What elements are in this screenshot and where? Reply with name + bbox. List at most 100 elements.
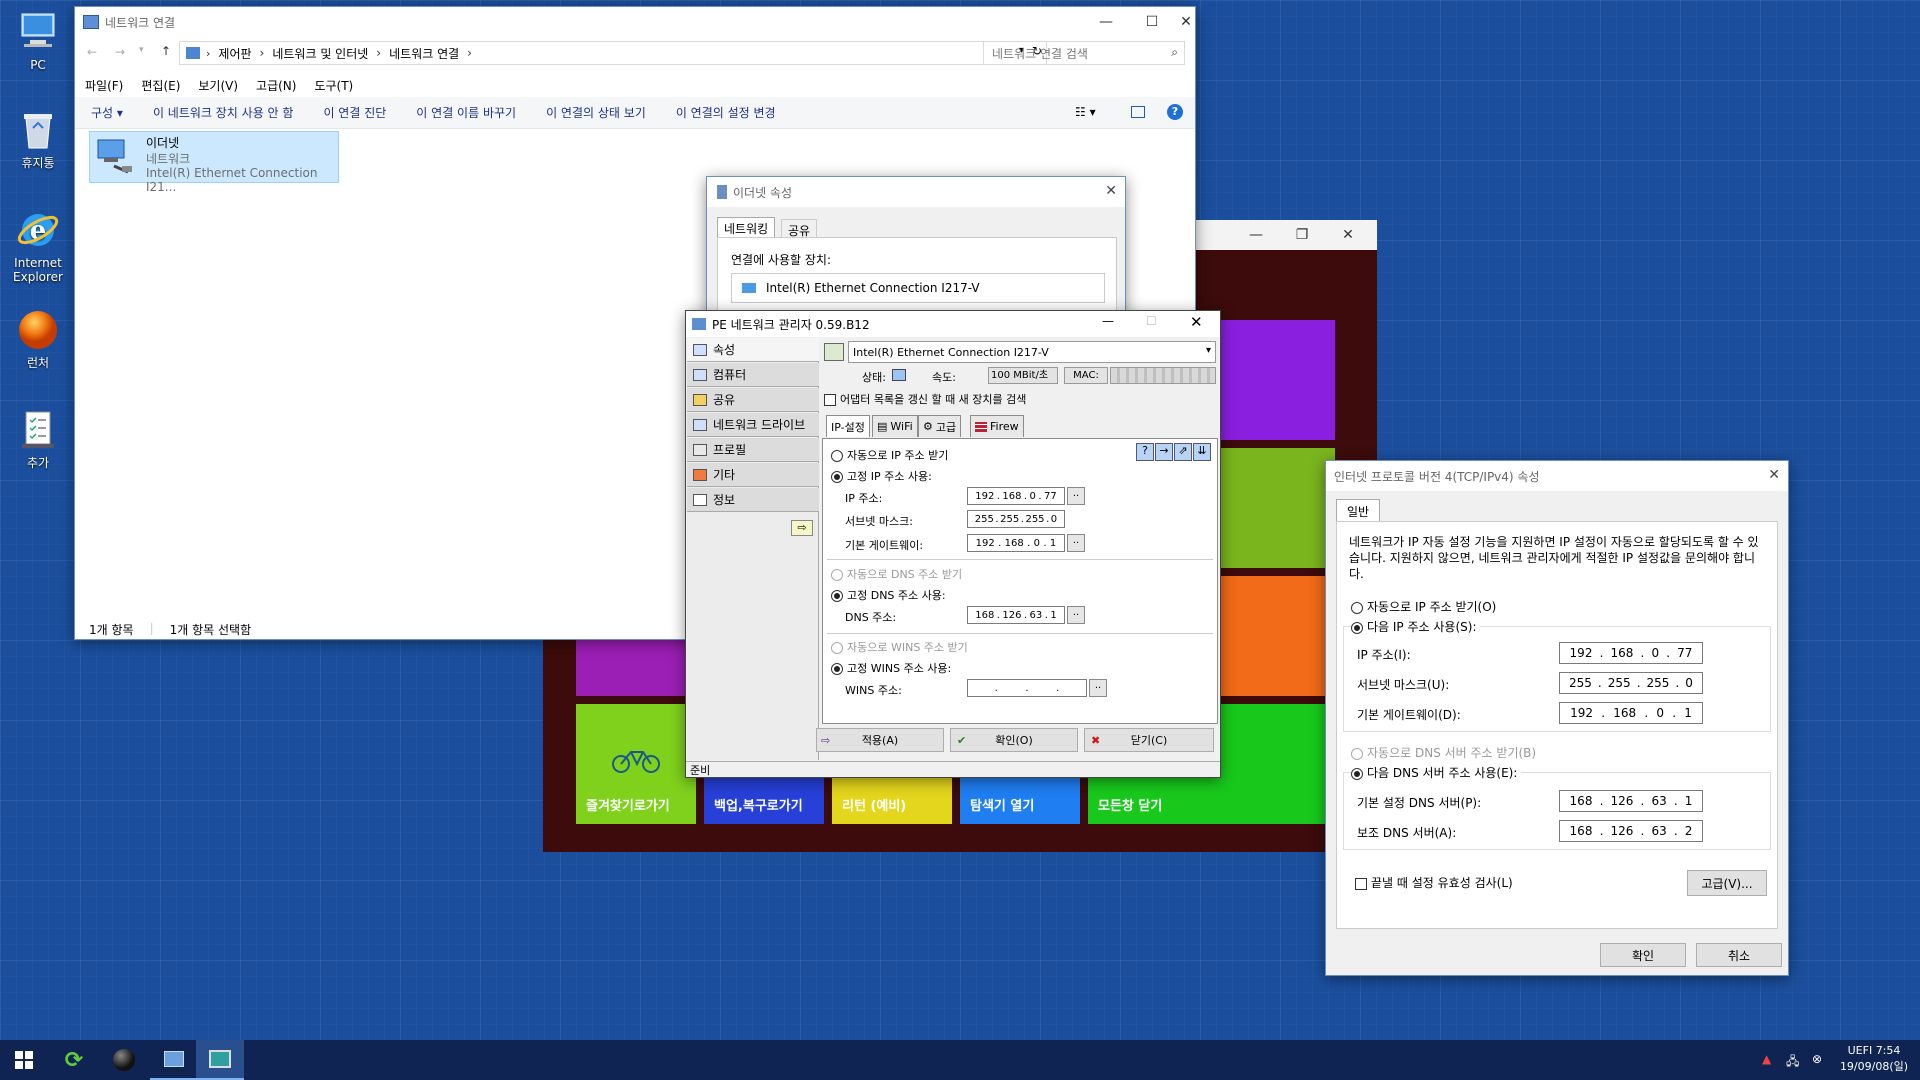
preferred-dns-field[interactable]: 168. 126. 63. 1 <box>1559 790 1703 812</box>
breadcrumb-network-connections[interactable]: 네트워크 연결 <box>389 45 459 62</box>
subnet-mask-field[interactable]: 255. 255. 255. 0 <box>967 510 1065 528</box>
forward-arrow-icon[interactable]: → <box>115 45 125 59</box>
preview-pane-icon[interactable] <box>1131 106 1145 118</box>
dns-auto-radio[interactable]: 자동으로 DNS 주소 받기 <box>831 566 962 582</box>
ip-picker-button[interactable]: .. <box>1067 487 1085 505</box>
desktop-icon-pc[interactable]: PC <box>0 10 78 72</box>
ip-auto-radio[interactable]: 자동으로 IP 주소 받기 <box>831 447 948 463</box>
start-button[interactable] <box>0 1040 48 1080</box>
refresh-search-checkbox[interactable]: 어댑터 목록을 갱신 할 때 새 장치를 검색 <box>824 391 1026 407</box>
minimize-button[interactable]: — <box>1233 220 1279 250</box>
desktop-icon-launcher[interactable]: 런처 <box>0 308 78 370</box>
tile-orange[interactable] <box>1215 576 1335 696</box>
taskbar-orb-app[interactable] <box>100 1040 148 1080</box>
sidebar-item-other[interactable]: 기타 <box>687 463 819 487</box>
gateway-field[interactable]: 192. 168. 0. 1 <box>1559 702 1703 724</box>
close-button[interactable]: ✕ <box>1190 313 1203 331</box>
search-box[interactable]: 네트워크 연결 검색 ⌕ <box>983 41 1185 65</box>
recent-dropdown-icon[interactable]: ▾ <box>139 45 144 55</box>
expand-icon[interactable]: ⇊ <box>1193 443 1211 461</box>
static-ip-radio[interactable]: 다음 IP 주소 사용(S): <box>1351 618 1481 635</box>
tile-purple[interactable] <box>1215 320 1335 440</box>
help-icon[interactable]: ? <box>1136 443 1154 461</box>
tray-close-icon[interactable]: ⊗ <box>1812 1052 1822 1066</box>
minimize-button[interactable]: — <box>1083 7 1129 37</box>
ok-button[interactable]: ✔ 확인(O) <box>950 728 1078 752</box>
cancel-button[interactable]: 취소 <box>1696 943 1782 967</box>
address-bar[interactable]: › 제어판 › 네트워크 및 인터넷 › 네트워크 연결 › ▾ ↻ <box>179 41 1047 65</box>
ok-button[interactable]: 확인 <box>1600 943 1686 967</box>
close-button[interactable]: ✕ <box>1768 467 1780 483</box>
dns-picker-button[interactable]: .. <box>1067 606 1085 624</box>
ip-address-field[interactable]: 192. 168. 0. 77 <box>1559 642 1703 664</box>
wins-static-radio[interactable]: 고정 WINS 주소 사용: <box>831 660 951 676</box>
ip-address-field[interactable]: 192. 168. 0. 77 <box>967 487 1065 505</box>
sidebar-item-network-drive[interactable]: 네트워크 드라이브 <box>687 413 819 437</box>
taskbar-explorer-app[interactable] <box>150 1040 198 1080</box>
gateway-picker-button[interactable]: .. <box>1067 534 1085 552</box>
gateway-field[interactable]: 192. 168. 0. 1 <box>967 534 1065 552</box>
tab-general[interactable]: 일반 <box>1336 499 1381 523</box>
close-dialog-button[interactable]: ✖ 닫기(C) <box>1084 728 1214 752</box>
tab-networking[interactable]: 네트워킹 <box>717 217 776 239</box>
tab-wifi[interactable]: ▤ WiFi <box>872 415 918 437</box>
menu-edit[interactable]: 편집(E) <box>141 77 180 94</box>
static-dns-radio[interactable]: 다음 DNS 서버 주소 사용(E): <box>1351 764 1522 781</box>
view-options-icon[interactable]: ☷ ▾ <box>1075 105 1096 119</box>
back-arrow-icon[interactable]: ← <box>87 45 97 59</box>
maximize-button[interactable]: ☐ <box>1129 7 1175 37</box>
export-icon[interactable]: ⇗ <box>1174 443 1192 461</box>
tile-green[interactable] <box>1215 448 1335 568</box>
auto-dns-radio[interactable]: 자동으로 DNS 서버 주소 받기(B) <box>1351 744 1536 761</box>
breadcrumb-control-panel[interactable]: 제어판 <box>218 45 251 62</box>
desktop-icon-recycle-bin[interactable]: 휴지통 <box>0 108 78 170</box>
dns-address-field[interactable]: 168. 126. 63. 1 <box>967 606 1065 624</box>
wins-address-field[interactable]: ... <box>967 679 1087 697</box>
change-settings-button[interactable]: 이 연결의 설정 변경 <box>676 104 776 121</box>
up-arrow-icon[interactable]: ↑ <box>161 44 171 58</box>
tab-firewall[interactable]: Firew <box>970 415 1024 437</box>
apply-button[interactable]: ⇨ 적용(A) <box>816 728 944 752</box>
tray-network-icon[interactable]: 🖧 <box>1786 1052 1799 1073</box>
dns-static-radio[interactable]: 고정 DNS 주소 사용: <box>831 587 946 603</box>
breadcrumb-network-internet[interactable]: 네트워크 및 인터넷 <box>272 45 368 62</box>
adapter-select[interactable]: Intel(R) Ethernet Connection I217-V ▾ <box>848 341 1216 363</box>
taskbar-pe-network-app[interactable] <box>196 1040 244 1080</box>
connection-item-ethernet[interactable]: 이더넷 네트워크 Intel(R) Ethernet Connection I2… <box>89 131 339 194</box>
rename-button[interactable]: 이 연결 이름 바꾸기 <box>416 104 516 121</box>
close-button[interactable]: ✕ <box>1325 220 1371 250</box>
sidebar-item-sharing[interactable]: 공유 <box>687 388 819 412</box>
ip-static-radio[interactable]: 고정 IP 주소 사용: <box>831 468 932 484</box>
wins-picker-button[interactable]: .. <box>1089 679 1107 697</box>
close-button[interactable]: ✕ <box>1105 183 1117 199</box>
validate-checkbox[interactable]: 끝낼 때 설정 유효성 검사(L) <box>1355 874 1513 891</box>
organize-button[interactable]: 구성 ▾ <box>91 104 123 121</box>
tray-clock[interactable]: UEFI 7:54 19/09/08(일) <box>1834 1043 1914 1075</box>
tile-favorites[interactable]: 즐겨찾기로가기 <box>576 704 696 824</box>
menu-tools[interactable]: 도구(T) <box>314 77 353 94</box>
menu-file[interactable]: 파일(F) <box>85 77 123 94</box>
minimize-button[interactable]: — <box>1102 314 1114 328</box>
sidebar-item-info[interactable]: 정보 <box>687 488 819 512</box>
help-icon[interactable]: ? <box>1167 104 1183 120</box>
tray-arrow-icon[interactable]: ▲ <box>1762 1052 1771 1066</box>
sidebar-item-properties[interactable]: 속성 <box>687 338 819 362</box>
advanced-button[interactable]: 고급(V)... <box>1687 870 1767 896</box>
arrow-right-icon[interactable]: → <box>1155 443 1173 461</box>
desktop-icon-internet-explorer[interactable]: e Internet Explorer <box>0 208 78 284</box>
collapse-arrow-icon[interactable]: ⇨ <box>791 520 813 536</box>
tab-advanced[interactable]: ⚙ 고급 <box>918 415 962 437</box>
close-button[interactable]: ✕ <box>1175 7 1197 37</box>
sidebar-item-profile[interactable]: 프로필 <box>687 438 819 462</box>
auto-ip-radio[interactable]: 자동으로 IP 주소 받기(O) <box>1351 598 1496 615</box>
wins-auto-radio[interactable]: 자동으로 WINS 주소 받기 <box>831 639 968 655</box>
menu-advanced[interactable]: 고급(N) <box>256 77 296 94</box>
sidebar-item-computer[interactable]: 컴퓨터 <box>687 363 819 387</box>
desktop-icon-add[interactable]: 추가 <box>0 408 78 470</box>
subnet-mask-field[interactable]: 255. 255. 255. 0 <box>1559 672 1703 694</box>
disable-device-button[interactable]: 이 네트워크 장치 사용 안 함 <box>153 104 294 121</box>
view-status-button[interactable]: 이 연결의 상태 보기 <box>546 104 646 121</box>
tab-ip-settings[interactable]: IP-설정 <box>826 415 870 437</box>
maximize-button[interactable]: ☐ <box>1146 314 1157 328</box>
restore-button[interactable]: ❐ <box>1279 220 1325 250</box>
